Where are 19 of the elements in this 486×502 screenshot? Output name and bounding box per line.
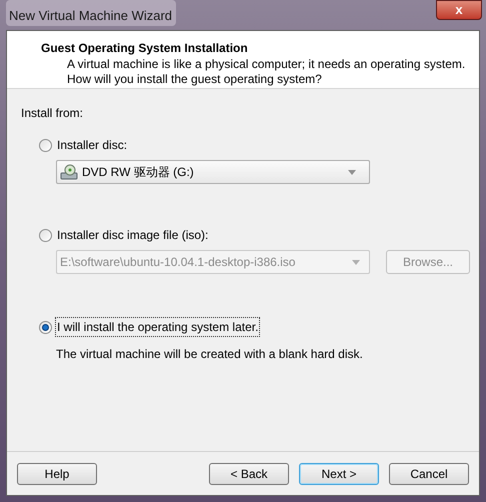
page-description: A virtual machine is like a physical computer; it needs an operating system. How will you install the guest operating system? bbox=[66, 57, 466, 87]
window-title: New Virtual Machine Wizard bbox=[6, 0, 176, 26]
wizard-button[interactable]: Next > bbox=[299, 462, 379, 484]
close-button[interactable]: x bbox=[436, 0, 482, 20]
dropdown-caret-icon bbox=[352, 260, 360, 264]
radio-label[interactable]: Installer disc: bbox=[56, 136, 128, 154]
disc-drive-icon bbox=[60, 164, 78, 180]
dropdown-value: DVD RW 驱动器 (G:) bbox=[82, 164, 195, 181]
radio-button[interactable] bbox=[39, 320, 52, 334]
wizard-button[interactable]: Help bbox=[17, 462, 97, 484]
option-note: The virtual machine will be created with a blank hard disk. bbox=[56, 346, 364, 363]
radio-label[interactable]: I will install the operating system later. bbox=[56, 318, 260, 336]
dropdown-caret-icon bbox=[348, 170, 356, 174]
drive-dropdown[interactable]: DVD RW 驱动器 (G:) bbox=[56, 160, 370, 184]
page-title: Guest Operating System Installation bbox=[41, 40, 249, 57]
radio-button[interactable] bbox=[39, 138, 52, 152]
section-label: Install from: bbox=[21, 105, 84, 122]
wizard-button[interactable]: Cancel bbox=[389, 462, 469, 484]
wizard-button[interactable]: < Back bbox=[209, 462, 289, 484]
